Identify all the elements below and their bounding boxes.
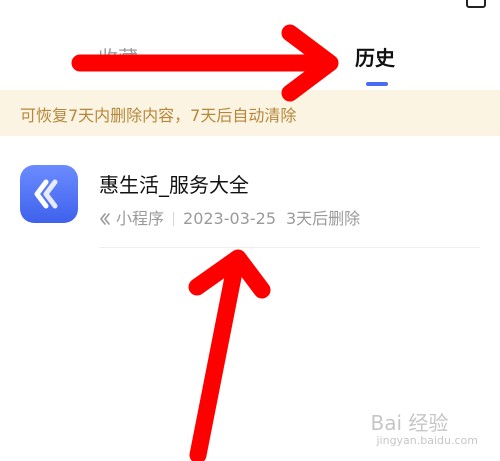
app-name: 惠生活_服务大全 [99, 173, 249, 197]
tab-bar: 收藏 历史 [0, 30, 500, 90]
meta-divider [173, 212, 175, 226]
top-bar [0, 0, 500, 14]
watermark-url: jingyan.baidu.com [376, 434, 478, 447]
history-list-item[interactable]: 惠生活_服务大全 小程序 2023-03-25 3天后删除 [0, 150, 500, 250]
app-logo-icon [20, 165, 78, 223]
edit-icon[interactable] [466, 0, 486, 8]
active-tab-indicator [366, 82, 388, 86]
notice-text: 可恢复7天内删除内容，7天后自动清除 [20, 106, 297, 125]
delete-countdown: 3天后删除 [286, 209, 361, 228]
item-date: 2023-03-25 [183, 209, 276, 228]
baidu-watermark: Bai 经验 jingyan.baidu.com [370, 407, 478, 447]
watermark-text: Bai 经验 [370, 411, 449, 435]
arrow-to-history-item [188, 249, 271, 461]
tab-favorites[interactable]: 收藏 [98, 42, 138, 71]
tab-history[interactable]: 历史 [355, 42, 395, 71]
item-meta: 小程序 2023-03-25 3天后删除 [99, 205, 360, 229]
mini-program-icon [99, 209, 113, 228]
row-divider [99, 247, 480, 248]
restore-notice-banner: 可恢复7天内删除内容，7天后自动清除 [0, 90, 500, 136]
item-type-label: 小程序 [116, 209, 165, 228]
